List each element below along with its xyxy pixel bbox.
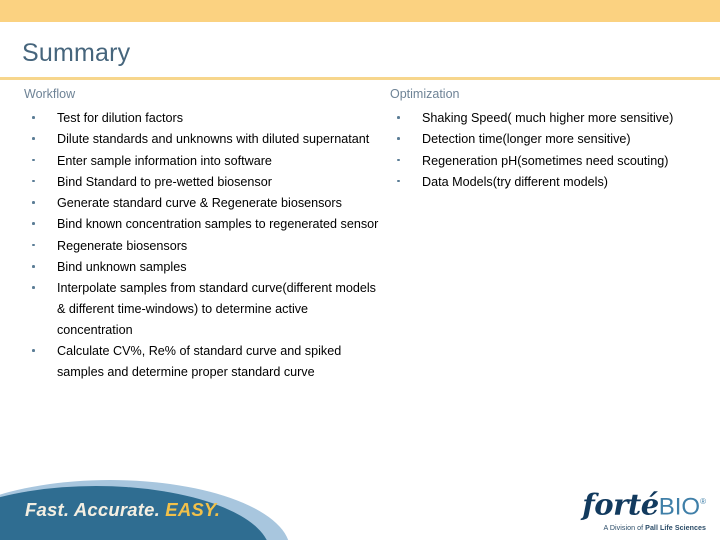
list-item-label: Regenerate biosensors: [57, 238, 188, 253]
bullet-dot-icon: [32, 137, 35, 140]
list-item-label: Bind Standard to pre-wetted biosensor: [57, 174, 272, 189]
bullet-dot-icon: [32, 158, 35, 162]
list-item: Interpolate samples from standard curve(…: [24, 278, 384, 340]
bullet-dot-icon: [397, 179, 400, 183]
logo-forte-text: forté: [582, 487, 659, 522]
bullet-dot-icon: [397, 137, 400, 140]
fortebio-logo: fortéBIO® A Division of Pall Life Scienc…: [582, 487, 706, 532]
bullet-dot-icon: [32, 243, 35, 247]
bullet-dot-icon: [32, 286, 35, 289]
list-item-label: Detection time(longer more sensitive): [422, 132, 631, 147]
bullet-dot-icon: [32, 201, 35, 204]
list-item: Generate standard curve & Regenerate bio…: [24, 193, 384, 214]
list-item: Bind known concentration samples to rege…: [24, 214, 384, 235]
list-item: Dilute standards and unknowns with dilut…: [24, 129, 384, 150]
tagline: Fast. Accurate. EASY.: [25, 499, 220, 521]
bullet-dot-icon: [397, 158, 400, 162]
bullet-dot-icon: [32, 222, 35, 226]
list-item: Calculate CV%, Re% of standard curve and…: [24, 341, 384, 383]
list-item-label: Enter sample information into software: [57, 153, 272, 168]
logo-subtitle-prefix: A Division of: [603, 523, 646, 532]
list-item-label: Test for dilution factors: [57, 111, 183, 125]
bullet-dot-icon: [32, 179, 35, 183]
slide-summary: Summary Workflow Test for dilution facto…: [0, 0, 720, 540]
list-item: Regenerate biosensors: [24, 236, 384, 257]
top-accent-band: [0, 0, 720, 22]
list-item-label: Regeneration pH(sometimes need scouting): [422, 153, 669, 168]
list-item-label: Shaking Speed( much higher more sensitiv…: [422, 111, 674, 125]
bullet-dot-icon: [397, 116, 400, 119]
logo-wordmark: fortéBIO®: [582, 487, 706, 523]
logo-subtitle: A Division of Pall Life Sciences: [582, 523, 706, 532]
optimization-column: Optimization Shaking Speed( much higher …: [390, 86, 720, 193]
list-item-label: Bind unknown samples: [57, 260, 187, 275]
list-item-label: Interpolate samples from standard curve(…: [57, 281, 376, 337]
list-item-label: Dilute standards and unknowns with dilut…: [57, 132, 370, 147]
list-item-label: Generate standard curve & Regenerate bio…: [57, 196, 342, 211]
logo-bio-text: BIO: [658, 493, 701, 521]
optimization-heading: Optimization: [390, 87, 460, 101]
list-item: Regeneration pH(sometimes need scouting): [390, 151, 720, 172]
list-item: Enter sample information into software: [24, 151, 384, 172]
list-item-label: Bind known concentration samples to rege…: [57, 217, 379, 232]
list-item-label: Calculate CV%, Re% of standard curve and…: [57, 344, 342, 380]
page-title: Summary: [22, 39, 131, 67]
list-item: Detection time(longer more sensitive): [390, 129, 720, 150]
list-item: Bind unknown samples: [24, 257, 384, 278]
workflow-column: Workflow Test for dilution factors Dilut…: [24, 86, 384, 383]
bullet-dot-icon: [32, 349, 35, 352]
list-item-label: Data Models(try different models): [422, 174, 608, 189]
workflow-bullet-list: Test for dilution factors Dilute standar…: [24, 108, 384, 383]
bullet-dot-icon: [32, 265, 35, 268]
bullet-dot-icon: [32, 116, 35, 119]
logo-subtitle-brand: Pall Life Sciences: [645, 523, 706, 532]
list-item: Test for dilution factors: [24, 108, 384, 129]
registered-trademark-icon: ®: [700, 497, 706, 507]
list-item: Data Models(try different models): [390, 172, 720, 193]
list-item: Bind Standard to pre-wetted biosensor: [24, 172, 384, 193]
optimization-bullet-list: Shaking Speed( much higher more sensitiv…: [390, 108, 720, 193]
list-item: Shaking Speed( much higher more sensitiv…: [390, 108, 720, 129]
workflow-heading: Workflow: [24, 87, 76, 101]
footer-swoosh: Fast. Accurate. EASY.: [0, 468, 300, 540]
title-divider-rule: [0, 77, 720, 80]
tagline-part-two: EASY.: [165, 499, 221, 520]
tagline-part-one: Fast. Accurate.: [25, 499, 166, 520]
